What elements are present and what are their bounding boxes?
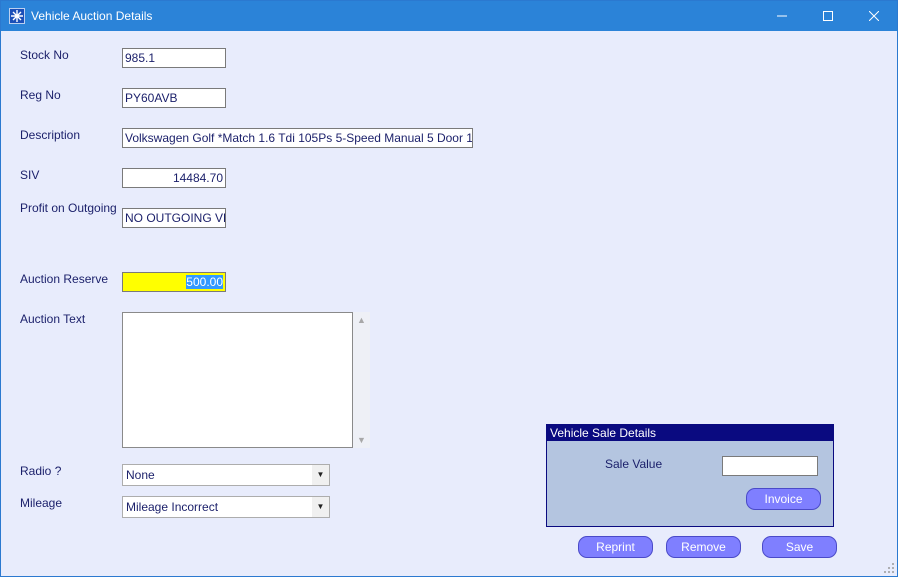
maximize-button[interactable] [805, 1, 851, 31]
reg-no-label: Reg No [20, 88, 61, 102]
radio-dropdown[interactable]: None ▼ [122, 464, 330, 486]
resize-grip-icon[interactable] [883, 562, 895, 574]
maximize-icon [823, 11, 833, 21]
auction-reserve-label: Auction Reserve [20, 272, 109, 286]
chevron-down-icon[interactable]: ▼ [312, 465, 329, 485]
radio-selected: None [126, 468, 155, 482]
auction-reserve-value: 500.00 [186, 275, 223, 289]
siv-label: SIV [20, 168, 40, 182]
scroll-down-icon[interactable]: ▼ [357, 435, 366, 445]
save-button[interactable]: Save [762, 536, 837, 558]
chevron-down-icon[interactable]: ▼ [312, 497, 329, 517]
app-icon [9, 8, 25, 24]
close-button[interactable] [851, 1, 897, 31]
minimize-button[interactable] [759, 1, 805, 31]
window-title: Vehicle Auction Details [31, 9, 153, 23]
sale-value-label: Sale Value [605, 457, 663, 471]
minimize-icon [777, 15, 787, 17]
title-bar[interactable]: Vehicle Auction Details [1, 1, 897, 31]
siv-field[interactable]: 14484.70 [122, 168, 226, 188]
vehicle-auction-window: Vehicle Auction Details Stock No 985.1 R… [0, 0, 898, 577]
profit-field[interactable]: NO OUTGOING VEH [122, 208, 226, 228]
stock-no-field[interactable]: 985.1 [122, 48, 226, 68]
panel-title: Vehicle Sale Details [547, 425, 833, 441]
scroll-up-icon[interactable]: ▲ [357, 315, 366, 325]
description-field[interactable]: Volkswagen Golf *Match 1.6 Tdi 105Ps 5-S… [122, 128, 473, 148]
auction-text-label: Auction Text [20, 312, 86, 326]
reprint-button[interactable]: Reprint [578, 536, 653, 558]
radio-label: Radio ? [20, 464, 62, 478]
vehicle-sale-details-panel: Vehicle Sale Details Sale Value Invoice [546, 424, 834, 527]
mileage-selected: Mileage Incorrect [126, 500, 219, 514]
reg-no-field[interactable]: PY60AVB [122, 88, 226, 108]
stock-no-label: Stock No [20, 48, 69, 62]
auction-text-area[interactable] [122, 312, 353, 448]
mileage-dropdown[interactable]: Mileage Incorrect ▼ [122, 496, 330, 518]
remove-button[interactable]: Remove [666, 536, 741, 558]
sale-value-field[interactable] [722, 456, 818, 476]
mileage-label: Mileage [20, 496, 63, 510]
auction-text-scrollbar[interactable]: ▲ ▼ [353, 312, 370, 448]
description-label: Description [20, 128, 81, 142]
profit-label: Profit on Outgoing [20, 201, 117, 215]
close-icon [868, 10, 880, 22]
invoice-button[interactable]: Invoice [746, 488, 821, 510]
auction-reserve-field[interactable]: 500.00 [122, 272, 226, 292]
